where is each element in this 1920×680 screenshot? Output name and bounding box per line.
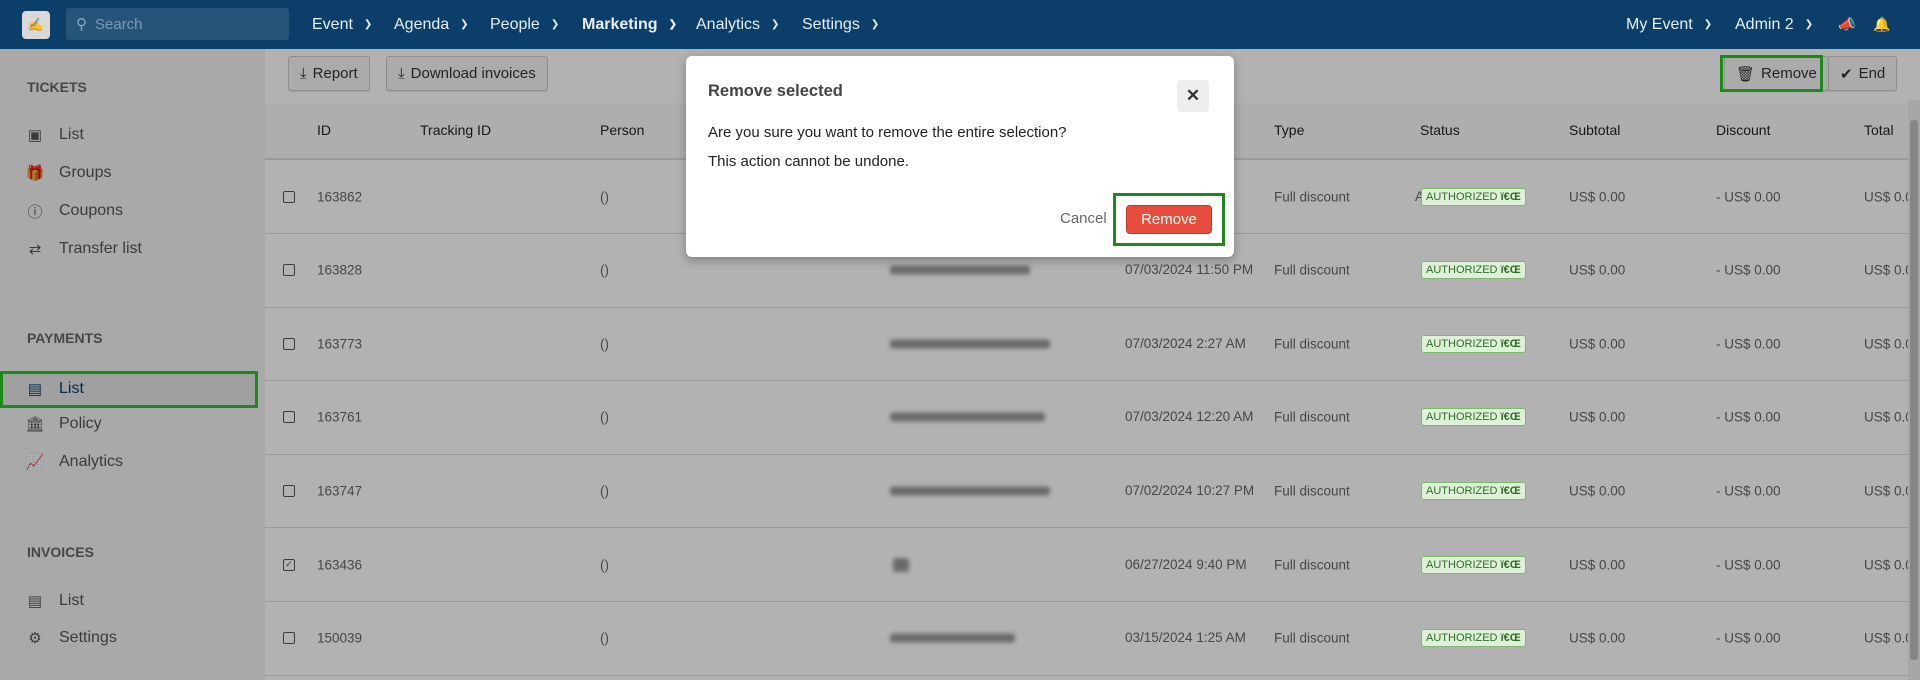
chevron-down-icon: ❯: [1804, 19, 1814, 30]
app-logo[interactable]: ✍: [22, 11, 50, 39]
search-input[interactable]: ⚲ Search: [66, 8, 289, 40]
status-icon: ï€Œ: [1500, 484, 1521, 497]
status-icon: ï€Œ: [1500, 632, 1521, 645]
status-icon: ï€Œ: [1500, 558, 1521, 571]
status-badge: AUTHORIZED ï€Œ: [1421, 187, 1526, 206]
chevron-down-icon: ❯: [460, 19, 469, 30]
status-icon: ï€Œ: [1500, 411, 1521, 424]
status-badge: AUTHORIZED ï€Œ: [1421, 334, 1526, 353]
search-placeholder: Search: [95, 15, 143, 33]
highlight-sidebar-payments-list: [0, 371, 258, 408]
chevron-down-icon: ❯: [668, 19, 677, 30]
nav-people[interactable]: People ❯: [490, 0, 559, 49]
dialog-warning: This action cannot be undone.: [708, 153, 909, 170]
nav-settings[interactable]: Settings ❯: [802, 0, 879, 49]
chevron-down-icon: ❯: [550, 19, 560, 30]
cancel-button[interactable]: Cancel: [1060, 210, 1107, 227]
status-icon: ï€Œ: [1500, 190, 1521, 203]
nav-marketing[interactable]: Marketing ❯: [582, 0, 677, 49]
status-badge: AUTHORIZED ï€Œ: [1421, 555, 1526, 574]
status-badge: AUTHORIZED ï€Œ: [1421, 481, 1526, 500]
highlight-confirm-remove: [1113, 193, 1225, 246]
status-icon: ï€Œ: [1500, 264, 1521, 277]
status-badge: AUTHORIZED ï€Œ: [1421, 408, 1526, 427]
close-icon[interactable]: ✕: [1177, 80, 1209, 112]
chevron-down-icon: ❯: [363, 19, 373, 30]
bell-icon[interactable]: 🔔: [1873, 0, 1890, 49]
user-menu[interactable]: Admin 2 ❯: [1735, 0, 1813, 49]
search-icon: ⚲: [76, 16, 87, 33]
status-badge: AUTHORIZED ï€Œ: [1421, 629, 1526, 648]
highlight-remove-button: [1720, 55, 1823, 92]
chevron-down-icon: ❯: [1703, 19, 1713, 30]
chevron-down-icon: ❯: [771, 19, 780, 30]
chevron-down-icon: ❯: [870, 19, 880, 30]
event-selector[interactable]: My Event ❯: [1626, 0, 1712, 49]
nav-agenda[interactable]: Agenda ❯: [394, 0, 469, 49]
status-icon: ï€Œ: [1500, 337, 1521, 350]
dialog-title: Remove selected: [708, 82, 843, 100]
dialog-message: Are you sure you want to remove the enti…: [708, 124, 1067, 141]
top-navbar: ✍ ⚲ Search Event ❯ Agenda ❯ People ❯ Marketi…: [0, 0, 1920, 49]
status-badge: AUTHORIZED ï€Œ: [1421, 261, 1526, 280]
nav-analytics[interactable]: Analytics ❯: [696, 0, 779, 49]
megaphone-icon[interactable]: 📣: [1838, 0, 1855, 49]
nav-event[interactable]: Event ❯: [312, 0, 372, 49]
